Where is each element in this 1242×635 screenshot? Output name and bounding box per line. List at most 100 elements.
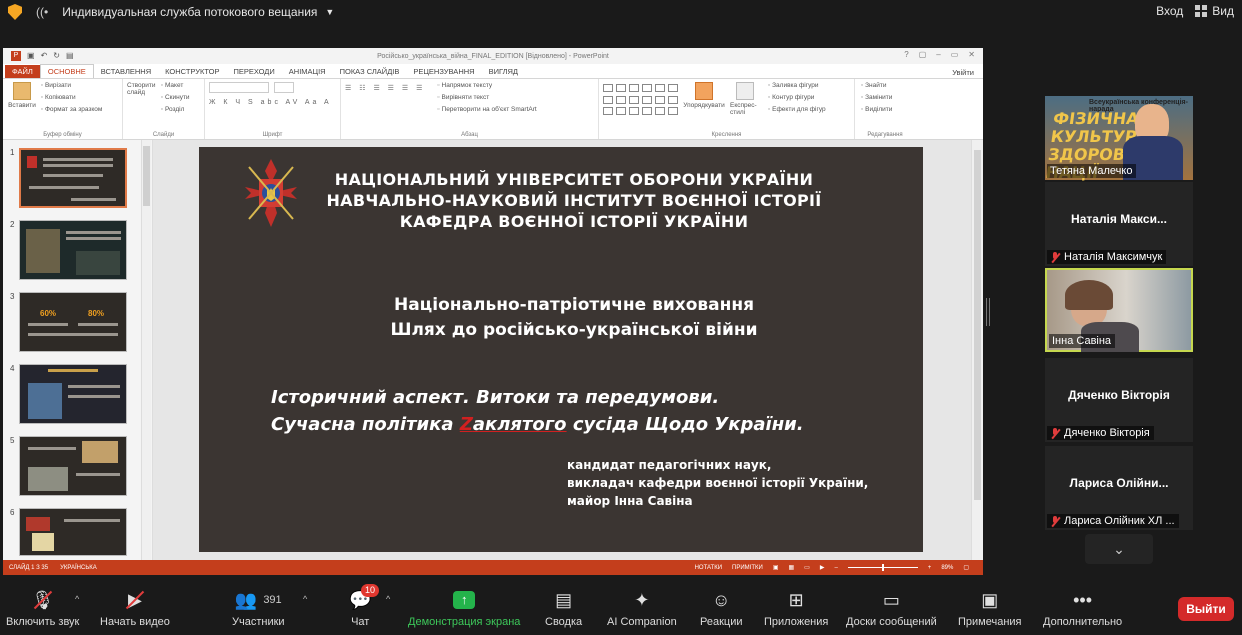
clipboard-group: Вставити Вирізати Копіювати Формат за зр… — [3, 79, 123, 139]
help-icon[interactable]: ? — [904, 50, 908, 59]
comments-button[interactable]: ПРИМІТКИ — [732, 565, 763, 571]
chat-options-chevron-icon[interactable]: ^ — [386, 594, 390, 604]
new-slide-button[interactable]: Створити слайд — [127, 82, 340, 244]
slide-thumbnail-2[interactable] — [19, 220, 127, 280]
stream-title[interactable]: Индивидуальная служба потокового вещания — [62, 5, 317, 19]
tab-view[interactable]: ВИГЛЯД — [482, 65, 525, 78]
apps-button[interactable]: ⊞ Приложения — [764, 588, 828, 629]
minimize-icon[interactable]: – — [936, 50, 940, 59]
thumb-line — [48, 369, 98, 372]
leave-button[interactable]: Выйти — [1178, 597, 1234, 621]
tab-file[interactable]: ФАЙЛ — [5, 65, 40, 78]
whiteboards-button[interactable]: ▭ Доски сообщений — [846, 588, 937, 629]
slide-number: 1 — [10, 148, 15, 157]
smartart-button[interactable]: Перетворити на об'єкт SmartArt — [437, 106, 537, 113]
participant-tile-5[interactable]: Лариса Олійни... Лариса Олійник ХЛ ... — [1045, 446, 1193, 530]
font-size-dropdown[interactable] — [273, 82, 294, 93]
unmute-button[interactable]: 🎙 Включить звук — [6, 588, 79, 629]
chat-button[interactable]: 💬 10 Чат — [349, 584, 380, 628]
zoom-level[interactable]: 89% — [941, 565, 953, 571]
paste-button[interactable]: Вставити — [7, 82, 37, 109]
summary-button[interactable]: ▤ Сводка — [545, 588, 582, 629]
tab-design[interactable]: КОНСТРУКТОР — [158, 65, 226, 78]
more-button[interactable]: ••• Дополнительно — [1043, 588, 1122, 629]
thumbnails-scrollbar[interactable] — [141, 140, 151, 560]
reset-button[interactable]: Скинути — [161, 94, 190, 101]
chevron-down-icon[interactable]: ▼ — [325, 7, 334, 17]
arrange-button[interactable]: Упорядкувати — [683, 82, 725, 116]
slide-author-line: кандидат педагогічних наук, — [567, 458, 772, 472]
ribbon-options-icon[interactable]: ▢ — [919, 50, 927, 59]
slide-scrollbar[interactable] — [971, 140, 983, 560]
ai-sparkle-icon: ✦ — [634, 589, 650, 610]
tab-insert[interactable]: ВСТАВЛЕННЯ — [94, 65, 158, 78]
signin-button[interactable]: Вход — [1156, 4, 1183, 18]
panel-resize-handle[interactable] — [986, 298, 990, 326]
participant-name: Дяченко Вікторія — [1064, 427, 1150, 439]
group-label: Слайди — [152, 132, 175, 138]
select-button[interactable]: Виділити — [861, 106, 892, 113]
fit-slide-icon[interactable]: ▢ — [963, 564, 969, 571]
cut-button[interactable]: Вирізати — [41, 82, 103, 89]
tab-transitions[interactable]: ПЕРЕХОДИ — [226, 65, 281, 78]
close-icon[interactable]: ✕ — [968, 50, 975, 59]
quick-styles-button[interactable]: Експрес-стилі — [730, 82, 760, 116]
notes-button[interactable]: НОТАТКИ — [695, 565, 722, 571]
shape-outline-button[interactable]: Контур фігури — [768, 94, 826, 101]
participants-options-chevron-icon[interactable]: ^ — [303, 594, 307, 604]
slideshow-view-icon[interactable]: ▶ — [820, 564, 825, 571]
slide-thumbnail-5[interactable] — [19, 436, 127, 496]
find-button[interactable]: Знайти — [861, 82, 892, 89]
text-direction-button[interactable]: Напрямок тексту — [437, 82, 536, 89]
reactions-label: Реакции — [700, 616, 743, 628]
shape-effects-button[interactable]: Ефекти для фігур — [768, 106, 826, 113]
participant-display-name: Наталія Макси... — [1071, 212, 1167, 226]
section-button[interactable]: Розділ — [161, 106, 190, 113]
view-button[interactable]: Вид — [1195, 4, 1234, 18]
start-video-label: Начать видео — [100, 616, 170, 628]
shape-fill-button[interactable]: Заливка фігури — [768, 82, 826, 89]
paragraph-buttons[interactable]: ☰ ☷ ☰ ☰ ☰ ☰ — [345, 84, 425, 113]
participant-tile-1[interactable]: Всеукраїнська конференція-нарада ФІЗИЧНА… — [1044, 96, 1193, 182]
share-screen-label: Демонстрация экрана — [408, 616, 521, 628]
share-screen-button[interactable]: ↑ Демонстрация экрана — [408, 588, 520, 628]
camera-off-icon: ▶ — [123, 588, 147, 612]
participant-tile-2[interactable]: Наталія Макси... Наталія Максимчук — [1045, 182, 1193, 266]
align-text-button[interactable]: Вирівняти текст — [437, 94, 536, 101]
copy-button[interactable]: Копіювати — [41, 94, 103, 101]
audio-options-chevron-icon[interactable]: ^ — [75, 594, 79, 604]
zoom-out-icon[interactable]: – — [834, 565, 837, 571]
zoom-slider[interactable] — [847, 564, 918, 571]
format-painter-button[interactable]: Формат за зразком — [41, 106, 102, 113]
reading-view-icon[interactable]: ▭ — [804, 564, 810, 571]
maximize-icon[interactable]: ▭ — [951, 50, 959, 59]
tab-review[interactable]: РЕЦЕНЗУВАННЯ — [406, 65, 481, 78]
tab-animations[interactable]: АНІМАЦІЯ — [282, 65, 333, 78]
language-indicator[interactable]: УКРАЇНСЬКА — [60, 565, 97, 571]
slide-thumbnail-1[interactable] — [19, 148, 127, 208]
slide-heading-line: КАФЕДРА ВОЄННОЇ ІСТОРІЇ УКРАЇНИ — [399, 212, 749, 231]
font-name-dropdown[interactable] — [209, 82, 269, 93]
normal-view-icon[interactable]: ▣ — [773, 564, 779, 571]
sorter-view-icon[interactable]: ▦ — [788, 564, 794, 571]
font-format-buttons[interactable]: Ж К Ч S abc AV Aa A — [209, 99, 336, 106]
layout-button[interactable]: Макет — [161, 82, 190, 89]
tab-home[interactable]: ОСНОВНЕ — [39, 64, 94, 78]
participant-tile-3-active[interactable]: Інна Савіна — [1045, 268, 1193, 352]
reactions-button[interactable]: ☺ Реакции — [700, 588, 743, 629]
scroll-down-button[interactable]: ⌄ — [1085, 534, 1153, 564]
security-shield-icon[interactable] — [8, 4, 22, 20]
slide-thumbnail-4[interactable] — [19, 364, 127, 424]
shapes-gallery[interactable] — [603, 84, 678, 116]
slide-thumbnail-3[interactable]: 60% 80% — [19, 292, 127, 352]
participant-tile-4[interactable]: Дяченко Вікторія Дяченко Вікторія — [1045, 358, 1193, 442]
replace-button[interactable]: Замінити — [861, 94, 892, 101]
zoom-in-icon[interactable]: + — [928, 565, 932, 571]
start-video-button[interactable]: ▶ Начать видео — [100, 588, 170, 629]
ai-companion-button[interactable]: ✦ AI Companion — [607, 588, 677, 629]
notes-button[interactable]: ▣ Примечания — [958, 588, 1022, 629]
tab-slideshow[interactable]: ПОКАЗ СЛАЙДІВ — [333, 65, 407, 78]
participants-button[interactable]: 👥 391 Участники — [232, 588, 285, 629]
slide-thumbnail-6[interactable] — [19, 508, 127, 556]
ppt-window-title: Російсько_українська_війна_FINAL_EDITION… — [377, 52, 609, 60]
